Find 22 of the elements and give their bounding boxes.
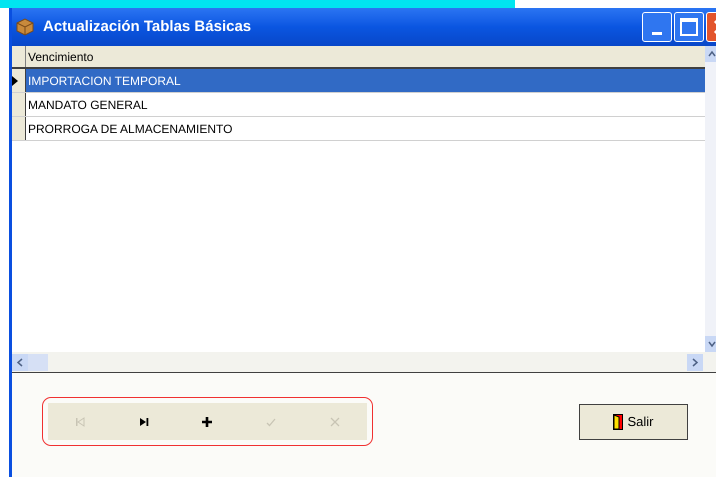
scroll-thumb[interactable] <box>28 354 48 370</box>
minimize-button[interactable] <box>642 12 672 42</box>
door-icon <box>613 414 624 430</box>
box-icon <box>15 18 35 36</box>
skip-start-icon <box>74 416 86 428</box>
column-header: Vencimiento <box>26 46 705 67</box>
vertical-scrollbar[interactable] <box>705 46 716 352</box>
plus-icon <box>201 416 214 428</box>
scroll-left-icon <box>12 354 28 370</box>
skip-end-icon <box>138 416 150 428</box>
scroll-up-icon <box>705 46 716 62</box>
maximize-icon <box>680 18 698 36</box>
scroll-right-icon <box>687 354 703 370</box>
minimize-icon <box>652 32 662 35</box>
x-icon <box>329 416 342 428</box>
exit-button[interactable]: Salir <box>579 404 688 440</box>
scroll-down-icon <box>705 336 716 352</box>
window-title: Actualización Tablas Básicas <box>43 16 252 37</box>
maximize-button[interactable] <box>674 12 704 42</box>
indicator-header <box>12 46 26 67</box>
horizontal-scrollbar[interactable] <box>12 352 716 372</box>
table-cell[interactable]: IMPORTACION TEMPORAL <box>26 69 705 92</box>
